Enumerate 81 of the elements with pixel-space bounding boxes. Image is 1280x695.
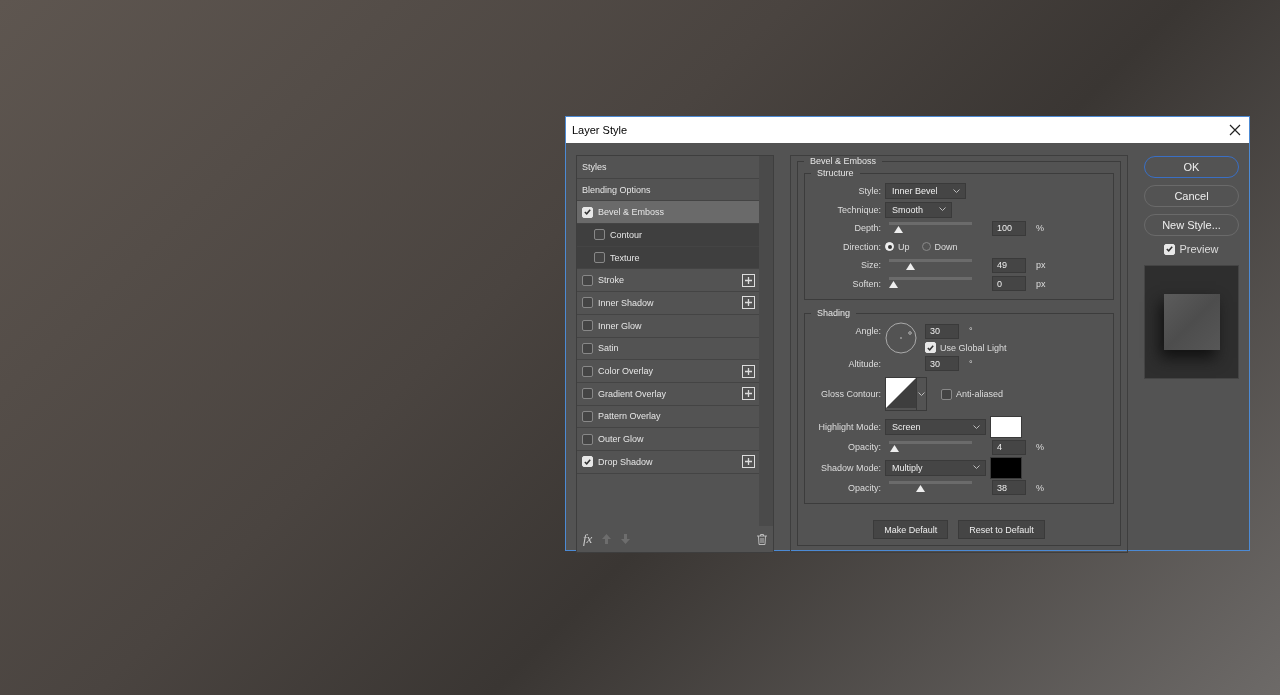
number-field[interactable]: 49 <box>992 257 1026 273</box>
checkbox[interactable] <box>582 320 593 332</box>
number-field[interactable]: 30 <box>925 356 959 372</box>
slider-thumb[interactable] <box>915 485 925 493</box>
checkbox-option[interactable]: Anti-aliased <box>941 388 1004 400</box>
number-field[interactable]: 38 <box>992 480 1026 496</box>
field-label: Highlight Mode: <box>817 422 881 432</box>
field-label: Size: <box>860 260 881 271</box>
caret-icon <box>953 188 960 194</box>
field-label: Depth: <box>853 223 881 234</box>
fx-button[interactable]: fx <box>583 531 593 547</box>
unit-label: ° <box>969 326 973 337</box>
checkbox[interactable] <box>582 388 593 400</box>
window-title: Layer Style <box>572 124 628 136</box>
number-field[interactable]: 4 <box>992 439 1026 455</box>
dialog-button[interactable]: OK <box>1144 156 1239 178</box>
unit-label: % <box>1036 482 1044 493</box>
caret-icon <box>939 207 946 213</box>
section-title: Bevel & Emboss <box>809 156 878 166</box>
add-icon[interactable] <box>742 455 755 469</box>
checkbox[interactable] <box>582 274 593 286</box>
effect-list-item[interactable]: Bevel & Emboss <box>577 201 759 225</box>
angle-dial[interactable] <box>885 322 917 355</box>
dialog-button[interactable]: New Style... <box>1144 214 1239 236</box>
contour-picker[interactable] <box>885 377 927 411</box>
add-icon[interactable] <box>742 387 755 401</box>
style-dropdown[interactable]: Inner Bevel <box>885 183 966 200</box>
unit-label: % <box>1036 223 1044 234</box>
mode-dropdown[interactable]: Screen <box>885 419 986 435</box>
checkbox[interactable] <box>941 388 952 400</box>
slider-thumb[interactable] <box>890 444 900 452</box>
unit-label: ° <box>969 358 973 369</box>
checkbox-option[interactable]: Use Global Light <box>925 342 1007 353</box>
caret-icon <box>973 465 980 470</box>
checkbox[interactable] <box>582 365 593 377</box>
panel-button[interactable]: Reset to Default <box>958 520 1045 539</box>
slider-thumb[interactable] <box>906 262 915 270</box>
field-label: Style: <box>857 186 881 197</box>
add-icon[interactable] <box>742 296 755 310</box>
checkbox[interactable] <box>594 252 605 264</box>
add-icon[interactable] <box>742 273 755 287</box>
unit-label: px <box>1036 278 1046 289</box>
unit-label: px <box>1036 260 1046 271</box>
panel-button[interactable]: Make Default <box>873 520 949 539</box>
close-icon[interactable] <box>1227 122 1243 138</box>
field-label: Direction: <box>842 241 881 252</box>
effect-list-item[interactable]: Contour <box>577 224 759 247</box>
radio-option[interactable]: Down <box>921 241 958 252</box>
field-label: Angle: <box>854 326 881 337</box>
technique-dropdown[interactable]: Smooth <box>885 201 952 218</box>
mode-dropdown[interactable]: Multiply <box>885 459 986 476</box>
color-swatch[interactable] <box>990 456 1022 479</box>
field-label: Opacity: <box>847 482 881 493</box>
unit-label: % <box>1036 442 1044 453</box>
color-swatch[interactable] <box>990 416 1022 438</box>
caret-icon <box>918 391 925 397</box>
dialog-button[interactable]: Cancel <box>1144 185 1239 207</box>
checkbox[interactable] <box>594 229 605 241</box>
number-field[interactable]: 0 <box>992 276 1026 292</box>
field-label: Shadow Mode: <box>819 462 881 473</box>
checkbox[interactable] <box>582 342 593 354</box>
trash-icon[interactable] <box>757 533 767 545</box>
number-field[interactable]: 30 <box>925 323 959 339</box>
checkbox-option[interactable]: Preview <box>1164 243 1219 255</box>
checkbox[interactable] <box>582 410 593 422</box>
slider-thumb[interactable] <box>894 225 904 233</box>
field-label: Altitude: <box>847 358 881 369</box>
radio-option[interactable]: Up <box>885 241 910 252</box>
effect-list-item[interactable]: Texture <box>577 246 759 270</box>
group-title: Structure <box>816 168 855 178</box>
number-field[interactable]: 100 <box>992 220 1026 236</box>
group-title: Shading <box>816 308 852 318</box>
caret-icon <box>973 424 980 430</box>
checkbox[interactable] <box>582 433 593 445</box>
field-label: Opacity: <box>847 442 881 453</box>
field-label: Soften: <box>851 278 881 289</box>
slider-thumb[interactable] <box>889 281 898 289</box>
field-label: Technique: <box>836 204 881 215</box>
field-label: Gloss Contour: <box>819 389 881 399</box>
checkbox[interactable] <box>582 297 593 309</box>
add-icon[interactable] <box>742 364 755 378</box>
